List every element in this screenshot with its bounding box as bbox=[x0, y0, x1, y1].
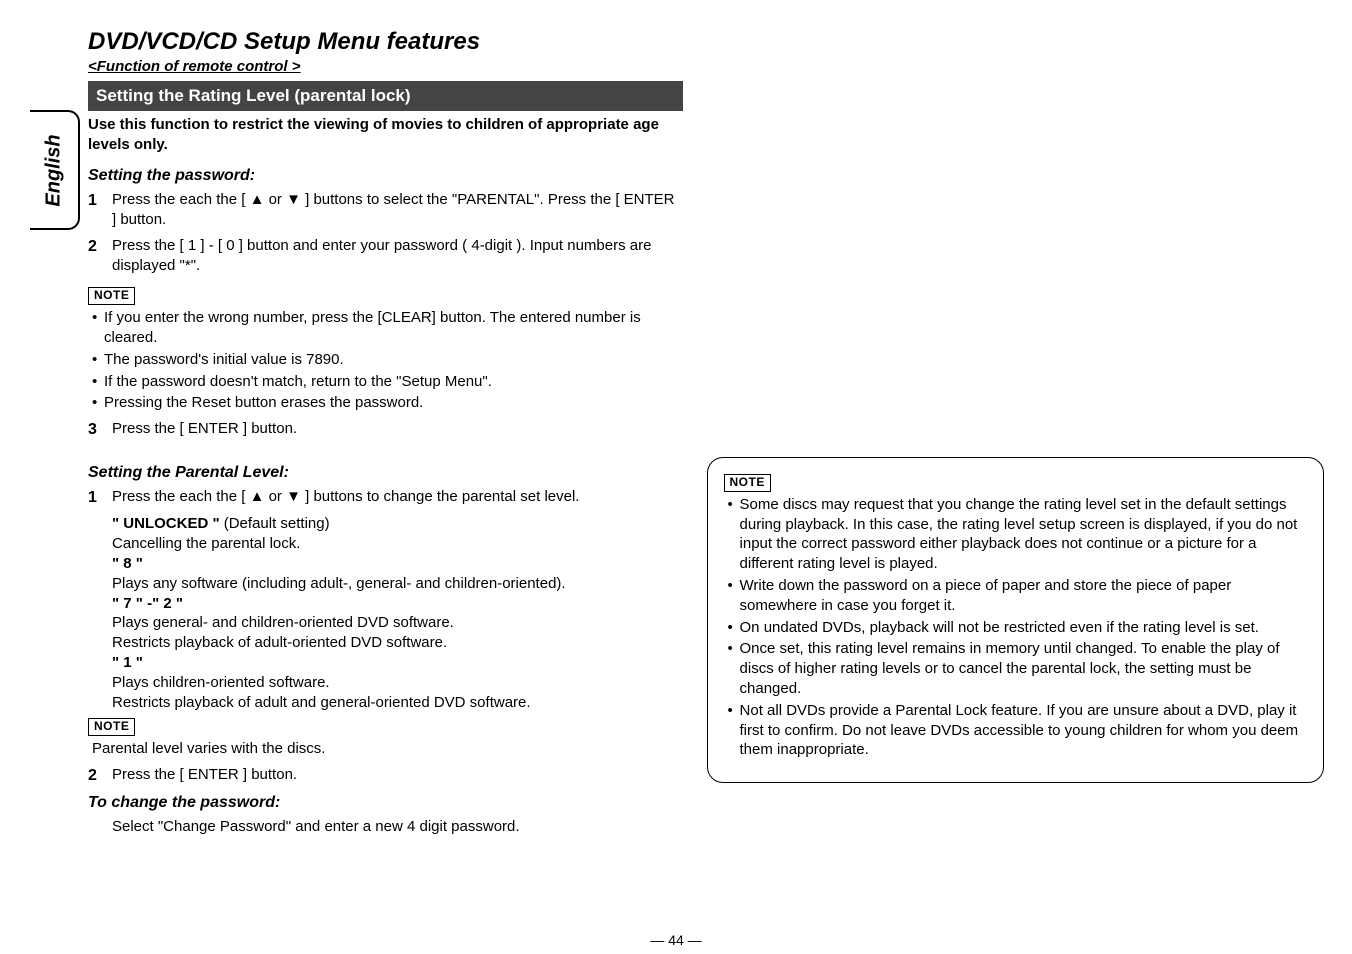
list-item: On undated DVDs, playback will not be re… bbox=[728, 618, 1307, 638]
level-unlocked-desc: Cancelling the parental lock. bbox=[112, 535, 300, 552]
parental-note-text: Parental level varies with the discs. bbox=[92, 739, 683, 759]
level-8-desc: Plays any software (including adult-, ge… bbox=[112, 575, 566, 592]
language-tab: English bbox=[30, 110, 80, 230]
right-notes: Some discs may request that you change t… bbox=[728, 495, 1307, 760]
note-label: NOTE bbox=[88, 287, 135, 305]
section-heading: Setting the Rating Level (parental lock) bbox=[88, 81, 683, 111]
page-number: — 44 — bbox=[0, 932, 1352, 948]
password-step-2: 2 Press the [ 1 ] - [ 0 ] button and ent… bbox=[88, 236, 683, 276]
password-step-1: 1 Press the each the [ ▲ or ▼ ] buttons … bbox=[88, 190, 683, 230]
level-unlocked-label: " UNLOCKED " bbox=[112, 515, 224, 532]
step-body: Press the [ 1 ] - [ 0 ] button and enter… bbox=[112, 236, 683, 276]
list-item: If the password doesn't match, return to… bbox=[92, 372, 683, 392]
step-number: 2 bbox=[88, 236, 112, 276]
list-item: Once set, this rating level remains in m… bbox=[728, 639, 1307, 698]
level-unlocked-default: (Default setting) bbox=[224, 515, 330, 532]
level-7-2-desc1: Plays general- and children-oriented DVD… bbox=[112, 614, 454, 631]
parental-step-2: 2 Press the [ ENTER ] button. bbox=[88, 765, 683, 786]
step-number: 1 bbox=[88, 487, 112, 508]
setting-password-heading: Setting the password: bbox=[88, 165, 683, 186]
list-item: The password's initial value is 7890. bbox=[92, 350, 683, 370]
password-step-3: 3 Press the [ ENTER ] button. bbox=[88, 419, 683, 440]
parental-step-1: 1 Press the each the [ ▲ or ▼ ] buttons … bbox=[88, 487, 683, 508]
level-1-label: " 1 " bbox=[112, 654, 143, 671]
step-intro: Press the each the [ ▲ or ▼ ] buttons to… bbox=[112, 488, 579, 505]
step-number: 1 bbox=[88, 190, 112, 230]
step-body: Press the each the [ ▲ or ▼ ] buttons to… bbox=[112, 190, 683, 230]
level-7-2-label: " 7 " -" 2 " bbox=[112, 595, 183, 612]
step-body: Press the each the [ ▲ or ▼ ] buttons to… bbox=[112, 487, 683, 508]
list-item: Some discs may request that you change t… bbox=[728, 495, 1307, 574]
password-notes: If you enter the wrong number, press the… bbox=[92, 308, 683, 413]
list-item: Pressing the Reset button erases the pas… bbox=[92, 393, 683, 413]
note-label: NOTE bbox=[724, 474, 771, 492]
list-item: Not all DVDs provide a Parental Lock fea… bbox=[728, 701, 1307, 760]
level-1-desc2: Restricts playback of adult and general-… bbox=[112, 694, 531, 711]
parental-level-heading: Setting the Parental Level: bbox=[88, 462, 683, 483]
level-block: " UNLOCKED " (Default setting) Cancellin… bbox=[112, 514, 683, 712]
language-tab-label: English bbox=[43, 134, 66, 206]
note-card: NOTE Some discs may request that you cha… bbox=[707, 457, 1324, 783]
change-password-heading: To change the password: bbox=[88, 792, 683, 813]
change-password-body: Select "Change Password" and enter a new… bbox=[112, 817, 683, 837]
list-item: Write down the password on a piece of pa… bbox=[728, 576, 1307, 616]
level-8-label: " 8 " bbox=[112, 555, 143, 572]
list-item: If you enter the wrong number, press the… bbox=[92, 308, 683, 348]
section-intro: Use this function to restrict the viewin… bbox=[88, 115, 683, 155]
step-body: Press the [ ENTER ] button. bbox=[112, 419, 683, 440]
level-1-desc1: Plays children-oriented software. bbox=[112, 674, 330, 691]
step-number: 3 bbox=[88, 419, 112, 440]
left-column: Setting the Rating Level (parental lock)… bbox=[88, 81, 683, 837]
step-body: Press the [ ENTER ] button. bbox=[112, 765, 683, 786]
page-title: DVD/VCD/CD Setup Menu features bbox=[88, 28, 1324, 56]
right-column: NOTE Some discs may request that you cha… bbox=[707, 81, 1324, 837]
page-subtitle: <Function of remote control > bbox=[88, 58, 1324, 75]
level-7-2-desc2: Restricts playback of adult-oriented DVD… bbox=[112, 634, 447, 651]
step-number: 2 bbox=[88, 765, 112, 786]
note-label: NOTE bbox=[88, 718, 135, 736]
